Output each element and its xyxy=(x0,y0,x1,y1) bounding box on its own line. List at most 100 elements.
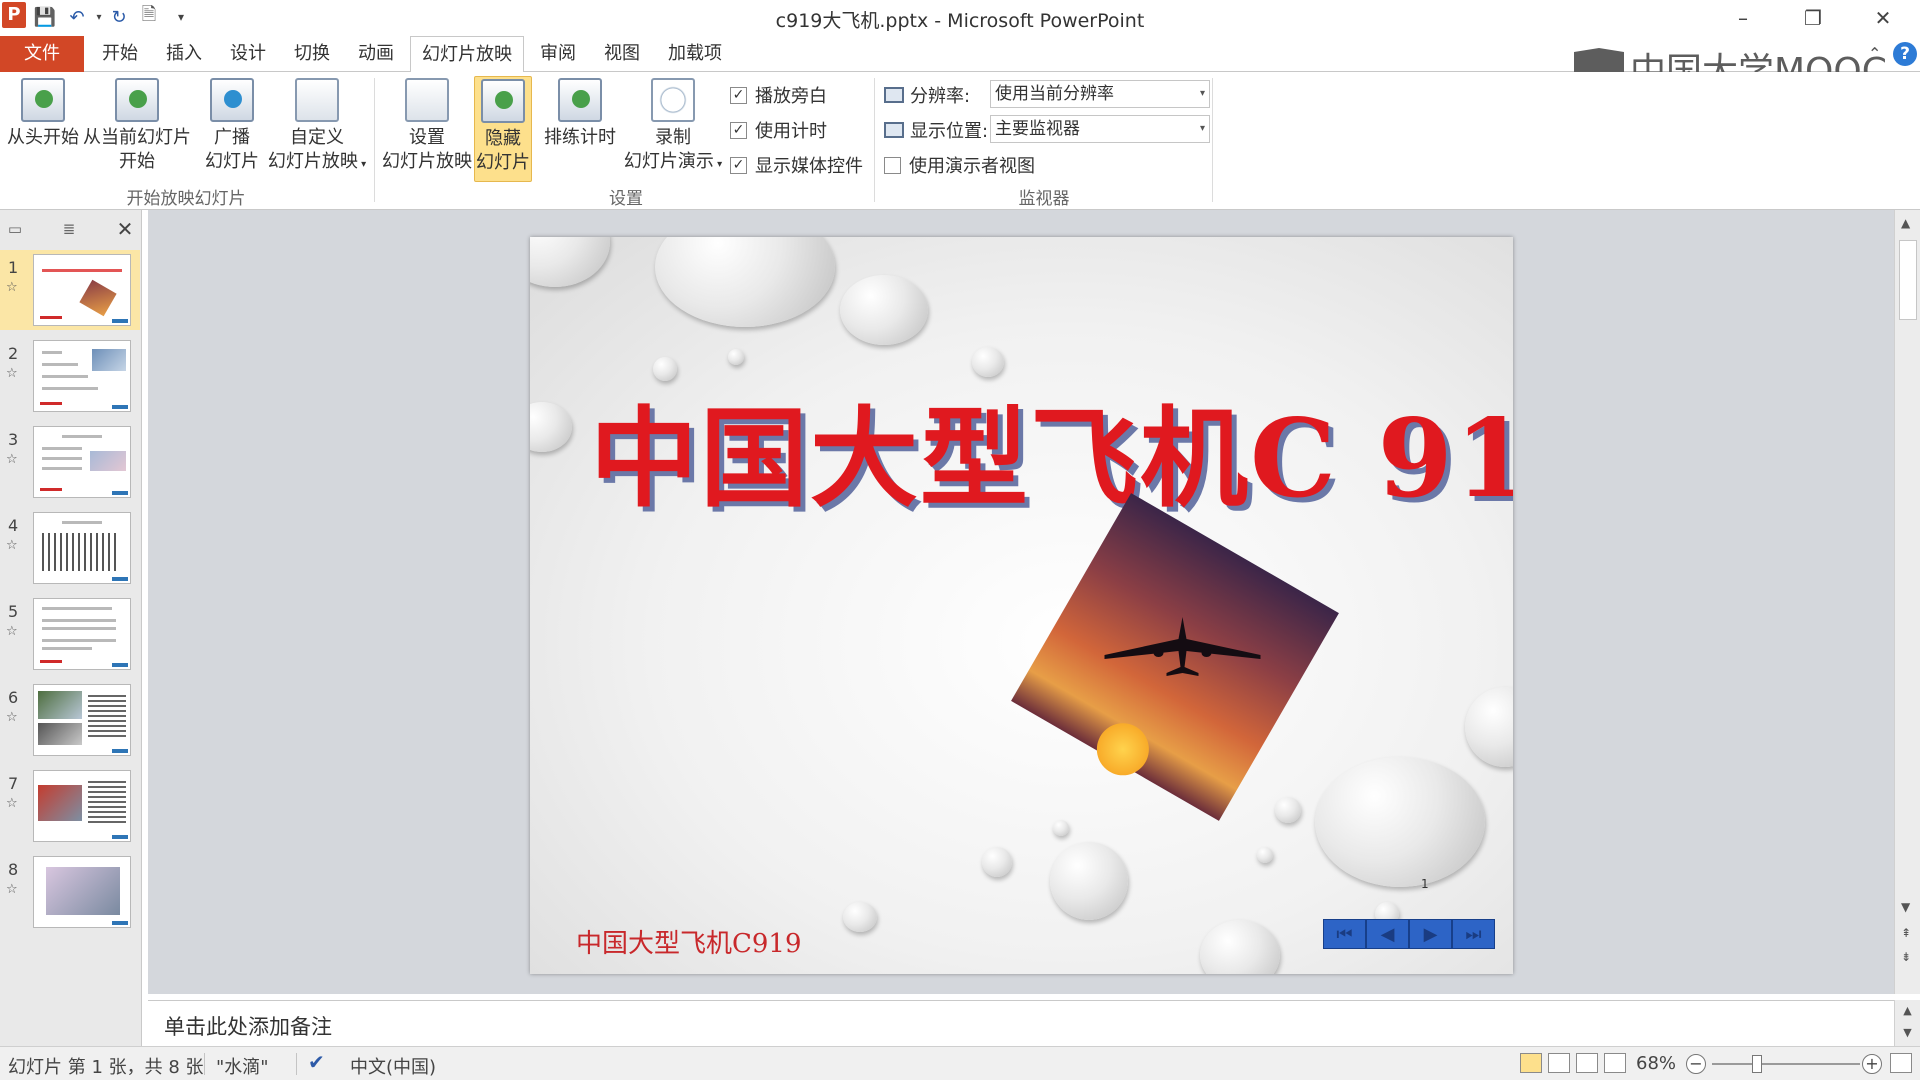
set-up-slide-show-button[interactable]: 设置 幻灯片放映 xyxy=(380,76,474,174)
group-label-monitors: 监视器 xyxy=(1018,189,1070,209)
tab-file[interactable]: 文件 xyxy=(0,36,84,72)
chevron-down-icon: ▾ xyxy=(1199,88,1205,99)
first-slide-icon[interactable]: ⏮ xyxy=(1323,919,1366,949)
zoom-level[interactable]: 68% xyxy=(1636,1053,1676,1074)
checkbox-unchecked-icon xyxy=(884,156,901,174)
water-drop-decoration xyxy=(530,402,572,452)
presenter-view-checkbox[interactable]: 使用演示者视图 xyxy=(884,152,1035,178)
tab-add-ins[interactable]: 加载项 xyxy=(660,36,730,72)
animation-star-icon: ☆ xyxy=(6,366,18,381)
zoom-slider-handle[interactable] xyxy=(1752,1055,1762,1073)
slide-number: 1 xyxy=(1421,877,1429,891)
slide-preview xyxy=(33,254,131,326)
spell-check-icon[interactable]: ✔ xyxy=(308,1050,325,1074)
show-on-monitor-dropdown[interactable]: 主要监视器 ▾ xyxy=(990,115,1210,143)
theme-name-status[interactable]: "水滴" xyxy=(216,1053,269,1079)
play-from-start-icon xyxy=(21,78,65,122)
slide-title[interactable]: 中国大型飞机C 919 xyxy=(590,372,1513,528)
previous-slide-scroll-icon[interactable]: ⇞ xyxy=(1901,926,1911,940)
record-slide-show-button[interactable]: 录制 幻灯片演示 ▾ xyxy=(620,76,726,177)
slide-show-view-icon[interactable] xyxy=(1604,1053,1626,1073)
slide-preview xyxy=(33,598,131,670)
scrollbar-thumb[interactable] xyxy=(1899,240,1917,320)
next-slide-icon[interactable]: ▶ xyxy=(1409,919,1452,949)
close-button[interactable]: ✕ xyxy=(1860,4,1906,32)
language-status[interactable]: 中文(中国) xyxy=(350,1053,436,1079)
zoom-in-icon[interactable]: + xyxy=(1862,1054,1882,1074)
slide-thumbnail-4[interactable]: 4 ☆ xyxy=(0,508,140,588)
scroll-down-icon[interactable]: ▼ xyxy=(1901,900,1910,914)
broadcast-slide-show-button[interactable]: 广播 幻灯片 xyxy=(204,76,260,174)
restore-button[interactable]: ❐ xyxy=(1790,4,1836,32)
airplane-silhouette-icon xyxy=(1104,617,1261,677)
outline-tab-icon[interactable]: ≣ xyxy=(58,218,80,240)
chevron-down-icon: ▾ xyxy=(1199,123,1205,134)
animation-star-icon: ☆ xyxy=(6,280,18,295)
rehearse-timings-button[interactable]: 排练计时 xyxy=(540,76,620,150)
tab-animations[interactable]: 动画 xyxy=(350,36,402,72)
slide-thumbnail-1[interactable]: 1 ☆ xyxy=(0,250,140,330)
last-slide-icon[interactable]: ⏭ xyxy=(1452,919,1495,949)
tab-review[interactable]: 审阅 xyxy=(532,36,584,72)
tab-slide-show[interactable]: 幻灯片放映 xyxy=(410,36,524,73)
current-slide[interactable]: 中国大型飞机C 919 中国大型飞机C919 1 ⏮ ◀ ▶ ⏭ xyxy=(530,237,1513,974)
notes-pane[interactable]: 单击此处添加备注 xyxy=(148,1000,1894,1046)
next-slide-scroll-icon[interactable]: ⇟ xyxy=(1901,950,1911,964)
tab-transitions[interactable]: 切换 xyxy=(286,36,338,72)
water-drop-decoration xyxy=(728,349,744,365)
broadcast-icon xyxy=(210,78,254,122)
tab-view[interactable]: 视图 xyxy=(596,36,648,72)
notes-scrollbar[interactable]: ▲ ▼ xyxy=(1894,1000,1920,1046)
normal-view-icon[interactable] xyxy=(1520,1053,1542,1073)
slides-panel: ▭ ≣ ✕ 1 ☆ 2 ☆ 3 ☆ 4 ☆ 5 ☆ 6 ☆ 7 ☆ 8 ☆ xyxy=(0,210,142,1046)
play-narrations-checkbox[interactable]: ✓ 播放旁白 xyxy=(730,82,827,108)
dropdown-arrow-icon: ▾ xyxy=(713,159,723,170)
previous-slide-icon[interactable]: ◀ xyxy=(1366,919,1409,949)
water-drop-decoration xyxy=(655,237,835,327)
close-panel-icon[interactable]: ✕ xyxy=(114,218,136,240)
vertical-scrollbar[interactable]: ▲ ▼ ⇞ ⇟ xyxy=(1894,210,1920,994)
notes-placeholder[interactable]: 单击此处添加备注 xyxy=(164,1011,332,1041)
scroll-up-icon[interactable]: ▲ xyxy=(1901,216,1910,230)
from-beginning-button[interactable]: 从头开始 xyxy=(4,76,82,150)
slide-count-status: 幻灯片 第 1 张，共 8 张 xyxy=(8,1057,204,1078)
slide-thumbnail-2[interactable]: 2 ☆ xyxy=(0,336,140,416)
tab-home[interactable]: 开始 xyxy=(94,36,146,72)
minimize-button[interactable]: – xyxy=(1720,4,1766,32)
hide-slide-button[interactable]: 隐藏 幻灯片 xyxy=(474,76,532,182)
help-icon[interactable]: ? xyxy=(1893,42,1917,66)
dropdown-arrow-icon: ▾ xyxy=(357,159,367,170)
water-drop-decoration xyxy=(982,847,1012,877)
window-title: c919大飞机.pptx - Microsoft PowerPoint xyxy=(775,10,1145,32)
tab-design[interactable]: 设计 xyxy=(222,36,274,72)
slide-footer-text[interactable]: 中国大型飞机C919 xyxy=(576,923,802,960)
sunset-airplane-photo[interactable] xyxy=(1011,493,1339,821)
slide-thumbnail-6[interactable]: 6 ☆ xyxy=(0,680,140,760)
fit-to-window-icon[interactable] xyxy=(1890,1053,1912,1073)
water-drop-decoration xyxy=(843,902,877,932)
custom-slide-show-button[interactable]: 自定义 幻灯片放映 ▾ xyxy=(264,76,370,177)
tab-insert[interactable]: 插入 xyxy=(158,36,210,72)
slide-thumbnail-5[interactable]: 5 ☆ xyxy=(0,594,140,674)
slide-thumbnail-3[interactable]: 3 ☆ xyxy=(0,422,140,502)
slide-thumbnail-7[interactable]: 7 ☆ xyxy=(0,766,140,846)
resolution-dropdown[interactable]: 使用当前分辨率 ▾ xyxy=(990,80,1210,108)
status-bar: 幻灯片 第 1 张，共 8 张 "水滴" ✔ 中文(中国) 68% − + xyxy=(0,1046,1920,1080)
group-divider xyxy=(874,78,875,202)
resolution-label: 分辨率: xyxy=(884,82,970,108)
animation-star-icon: ☆ xyxy=(6,452,18,467)
reading-view-icon[interactable] xyxy=(1576,1053,1598,1073)
slides-tab-icon[interactable]: ▭ xyxy=(4,218,26,240)
minimize-ribbon-icon[interactable]: ⌃ xyxy=(1868,44,1881,63)
zoom-slider-track[interactable] xyxy=(1712,1063,1860,1065)
animation-star-icon: ☆ xyxy=(6,882,18,897)
show-media-controls-checkbox[interactable]: ✓ 显示媒体控件 xyxy=(730,152,863,178)
water-drop-decoration xyxy=(1465,687,1513,767)
slide-thumbnail-8[interactable]: 8 ☆ xyxy=(0,852,140,932)
setup-show-icon xyxy=(405,78,449,122)
slide-sorter-view-icon[interactable] xyxy=(1548,1053,1570,1073)
zoom-out-icon[interactable]: − xyxy=(1686,1054,1706,1074)
from-current-slide-button[interactable]: 从当前幻灯片 开始 xyxy=(82,76,192,174)
use-timings-checkbox[interactable]: ✓ 使用计时 xyxy=(730,117,827,143)
checkbox-checked-icon: ✓ xyxy=(730,156,747,174)
